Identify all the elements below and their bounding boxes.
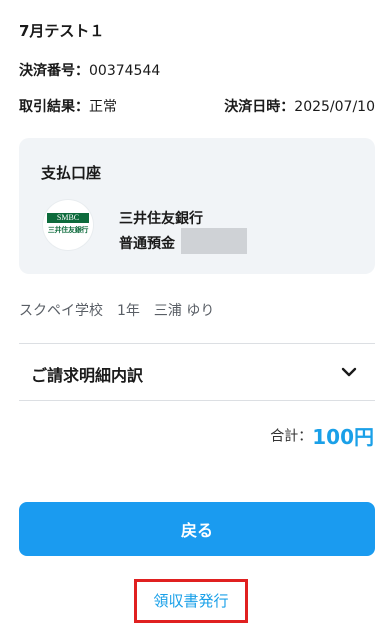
payment-datetime-line: 決済日時：2025/07/10: [224, 96, 375, 116]
account-type: 普通預金: [119, 236, 175, 252]
total-amount: 100円: [312, 425, 374, 449]
payment-number-value: 00374544: [89, 63, 161, 79]
bank-logo-text: 三井住友銀行: [47, 226, 89, 234]
payment-number-label: 決済番号：: [19, 63, 89, 79]
billing-breakdown-toggle[interactable]: ご請求明細内訳: [19, 344, 375, 400]
payment-datetime-label: 決済日時：: [224, 99, 295, 115]
back-button[interactable]: 戻る: [19, 502, 375, 556]
issue-receipt-link[interactable]: 領収書発行: [134, 579, 248, 623]
total-label: 合計：: [270, 428, 313, 445]
payment-account-card: 支払口座 SMBC 三井住友銀行 三井住友銀行 普通預金: [19, 138, 375, 274]
billing-breakdown-label: ご請求明細内訳: [31, 366, 144, 385]
bank-logo: SMBC 三井住友銀行: [43, 200, 93, 250]
bank-name: 三井住友銀行: [119, 211, 203, 227]
chevron-down-icon: [341, 367, 357, 377]
divider-bottom: [19, 400, 375, 401]
transaction-result-label: 取引結果：: [19, 99, 89, 115]
bank-logo-mark: SMBC: [47, 213, 89, 223]
total-line: 合計：100円: [270, 421, 374, 450]
transaction-result-line: 取引結果：正常: [19, 96, 117, 116]
payment-account-title: 支払口座: [41, 164, 102, 182]
payment-number-line: 決済番号：00374544: [19, 60, 160, 80]
account-number-mask: [181, 228, 247, 254]
page-title: 7月テスト１: [19, 22, 105, 40]
payment-detail-page: 7月テスト１ 決済番号：00374544 取引結果：正常 決済日時：2025/0…: [0, 0, 382, 631]
transaction-result-value: 正常: [89, 99, 117, 115]
payment-datetime-value: 2025/07/10: [294, 99, 375, 115]
student-info: スクペイ学校 1年 三浦 ゆり: [19, 303, 215, 319]
